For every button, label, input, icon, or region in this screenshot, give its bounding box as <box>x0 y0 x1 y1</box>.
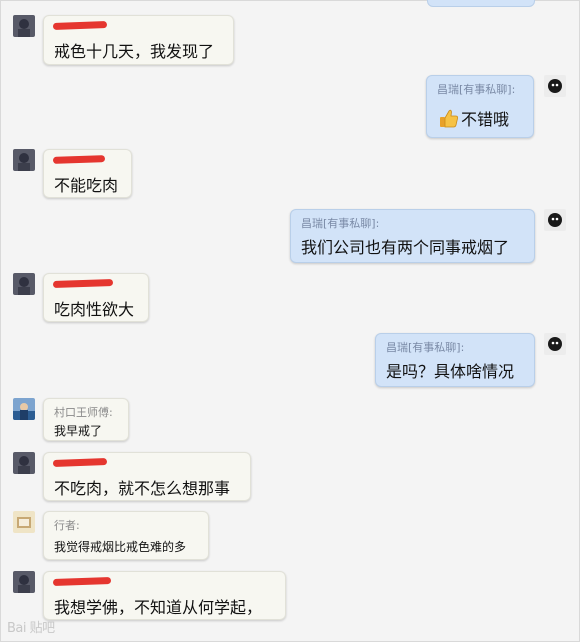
redacted-username <box>52 21 108 30</box>
redacted-username <box>52 155 106 164</box>
sender-name: 昌瑞[有事私聊]: <box>301 217 380 230</box>
redacted-username <box>52 278 114 289</box>
user-avatar[interactable] <box>544 75 566 97</box>
message-text: 我早戒了 <box>54 424 103 438</box>
thumbs-up-icon <box>439 108 459 132</box>
redacted-username <box>52 576 112 587</box>
message-bubble[interactable]: 昌瑞[有事私聊]: 不错哦 <box>426 75 534 138</box>
message-text: 我想学佛，不知道从何学起， <box>54 598 263 617</box>
message-text-row: 不错哦 <box>439 106 509 132</box>
user-avatar[interactable] <box>544 333 566 355</box>
message-text: 不吃肉，就不怎么想那事 <box>54 479 231 498</box>
previous-message-bubble-edge <box>427 0 535 7</box>
user-avatar[interactable] <box>13 571 35 593</box>
message-text: 吃肉性欲大 <box>54 300 135 319</box>
sender-name: 昌瑞[有事私聊]: <box>437 83 516 96</box>
user-avatar[interactable] <box>13 398 35 420</box>
sender-name: 昌瑞[有事私聊]: <box>386 341 465 354</box>
message-bubble[interactable]: 不吃肉，就不怎么想那事 <box>43 452 251 501</box>
sender-name: 行者: <box>54 519 80 532</box>
message-text: 不能吃肉 <box>54 176 119 195</box>
message-text: 戒色十几天，我发现了 <box>54 42 215 61</box>
message-text: 我们公司也有两个同事戒烟了 <box>301 238 510 257</box>
message-text: 我觉得戒烟比戒色难的多 <box>54 540 187 554</box>
sender-name: 村口王师傅: <box>54 406 113 419</box>
message-bubble[interactable]: 村口王师傅: 我早戒了 <box>43 398 129 441</box>
message-bubble[interactable]: 昌瑞[有事私聊]: 是吗？具体啥情况 <box>375 333 535 387</box>
user-avatar[interactable] <box>13 511 35 533</box>
baidu-tieba-watermark: Bai 贴吧 <box>7 621 55 636</box>
user-avatar[interactable] <box>13 273 35 295</box>
message-bubble[interactable]: 不能吃肉 <box>43 149 132 198</box>
user-avatar[interactable] <box>13 15 35 37</box>
user-avatar[interactable] <box>13 149 35 171</box>
redacted-username <box>52 458 108 467</box>
user-avatar[interactable] <box>13 452 35 474</box>
message-bubble[interactable]: 戒色十几天，我发现了 <box>43 15 234 65</box>
message-text: 是吗？具体啥情况 <box>386 362 515 381</box>
chat-window: 戒色十几天，我发现了 昌瑞[有事私聊]: 不错哦 不能吃肉 昌瑞[有事私聊]: … <box>0 0 580 642</box>
message-bubble[interactable]: 吃肉性欲大 <box>43 273 149 322</box>
message-bubble[interactable]: 行者: 我觉得戒烟比戒色难的多 <box>43 511 209 560</box>
message-bubble[interactable]: 我想学佛，不知道从何学起， <box>43 571 286 620</box>
user-avatar[interactable] <box>544 209 566 231</box>
message-text: 不错哦 <box>461 110 510 129</box>
message-bubble[interactable]: 昌瑞[有事私聊]: 我们公司也有两个同事戒烟了 <box>290 209 535 263</box>
